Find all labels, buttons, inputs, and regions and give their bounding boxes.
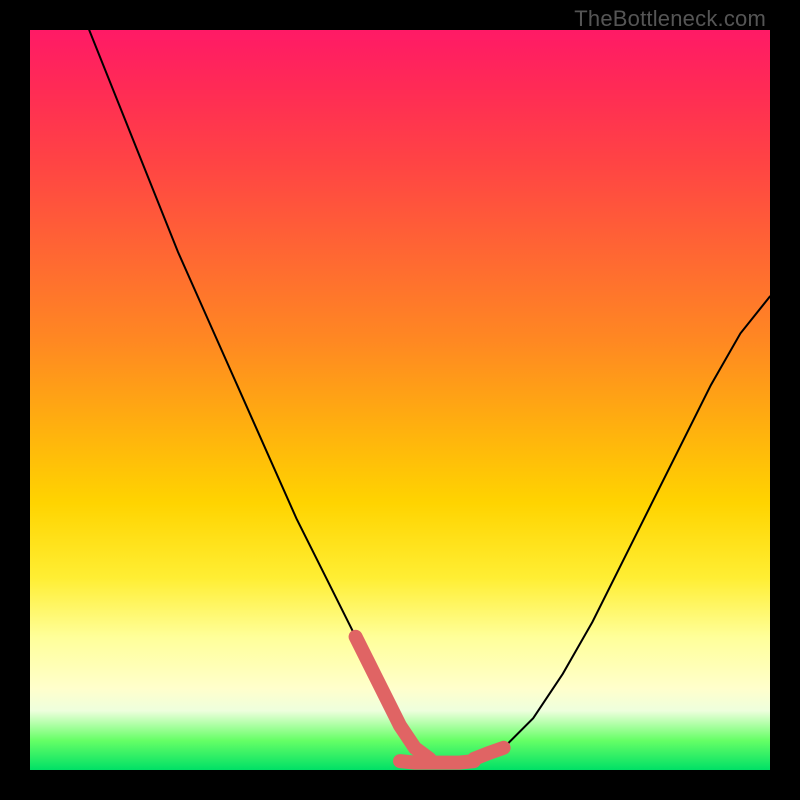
watermark-text: TheBottleneck.com	[574, 6, 766, 32]
curve-layer	[30, 30, 770, 770]
accent-left	[356, 637, 430, 759]
accent-bottom	[400, 761, 474, 763]
bottleneck-curve	[89, 30, 770, 763]
chart-frame: TheBottleneck.com	[0, 0, 800, 800]
